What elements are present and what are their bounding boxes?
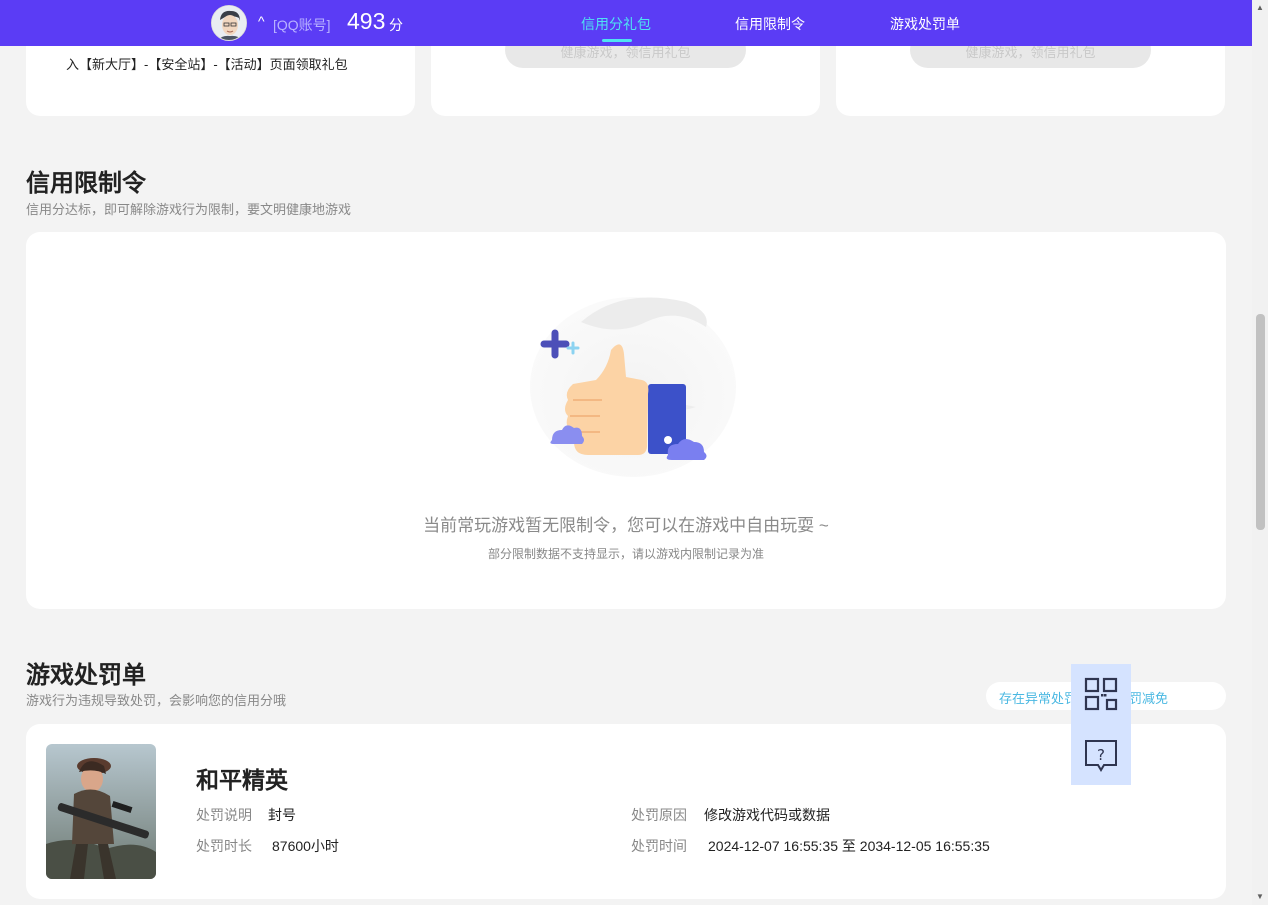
- penalty-card: 和平精英 处罚说明 封号 处罚时长 87600小时 处罚原因 修改游戏代码或数据…: [26, 724, 1226, 899]
- penalty-desc-label: 处罚说明: [196, 807, 252, 823]
- penalty-duration-label: 处罚时长: [196, 838, 252, 854]
- tab-credit-restriction[interactable]: 信用限制令: [735, 14, 805, 34]
- empty-state-message: 当前常玩游戏暂无限制令，您可以在游戏中自由玩耍 ~: [423, 516, 829, 535]
- penalty-reason-value: 修改游戏代码或数据: [704, 807, 830, 823]
- credit-score-unit: 分: [389, 17, 403, 33]
- penalty-section-title: 游戏处罚单: [26, 662, 146, 689]
- top-nav-bar: ^ [QQ账号] 493 分 信用分礼包 信用限制令 游戏处罚单: [0, 0, 1252, 46]
- gift-card-1-text: 入【新大厅】-【安全站】-【活动】页面领取礼包: [66, 57, 348, 72]
- scroll-down-arrow[interactable]: ▼: [1256, 892, 1264, 901]
- scroll-up-arrow[interactable]: ▲: [1256, 3, 1264, 12]
- active-tab-indicator: [602, 39, 632, 42]
- penalty-reason-label: 处罚原因: [631, 807, 687, 823]
- qr-code-icon: [1084, 677, 1118, 711]
- penalty-time-label: 处罚时间: [631, 838, 687, 854]
- penalty-section-subtitle: 游戏行为违规导致处罚，会影响您的信用分哦: [26, 693, 287, 708]
- restriction-section-title: 信用限制令: [26, 170, 146, 197]
- svg-text:?: ?: [1097, 746, 1105, 764]
- penalty-desc-value: 封号: [268, 807, 296, 823]
- penalty-time-value: 2024-12-07 16:55:35 至 2034-12-05 16:55:3…: [708, 838, 990, 854]
- floating-toolbar: ?: [1071, 664, 1131, 785]
- game-name: 和平精英: [196, 767, 288, 793]
- qr-code-button[interactable]: [1071, 664, 1131, 724]
- scroll-thumb[interactable]: [1256, 314, 1265, 530]
- collapse-caret[interactable]: ^: [258, 13, 265, 29]
- restriction-empty-card: 当前常玩游戏暂无限制令，您可以在游戏中自由玩耍 ~ 部分限制数据不支持显示，请以…: [26, 232, 1226, 609]
- game-cover-image: [46, 744, 156, 879]
- help-chat-icon: ?: [1085, 740, 1117, 772]
- empty-state-note: 部分限制数据不支持显示，请以游戏内限制记录为准: [487, 547, 764, 561]
- account-label: [QQ账号]: [273, 17, 331, 33]
- penalty-duration-value: 87600小时: [272, 838, 339, 854]
- page-scrollbar[interactable]: ▲ ▼: [1252, 0, 1268, 905]
- user-avatar[interactable]: [211, 5, 247, 41]
- thumbs-up-illustration: [530, 297, 736, 477]
- tab-game-penalty[interactable]: 游戏处罚单: [890, 14, 960, 34]
- tab-credit-gift[interactable]: 信用分礼包: [581, 14, 651, 34]
- restriction-section-subtitle: 信用分达标，即可解除游戏行为限制，要文明健康地游戏: [26, 202, 352, 217]
- help-chat-button[interactable]: ?: [1071, 725, 1131, 785]
- credit-score: 493: [347, 8, 386, 34]
